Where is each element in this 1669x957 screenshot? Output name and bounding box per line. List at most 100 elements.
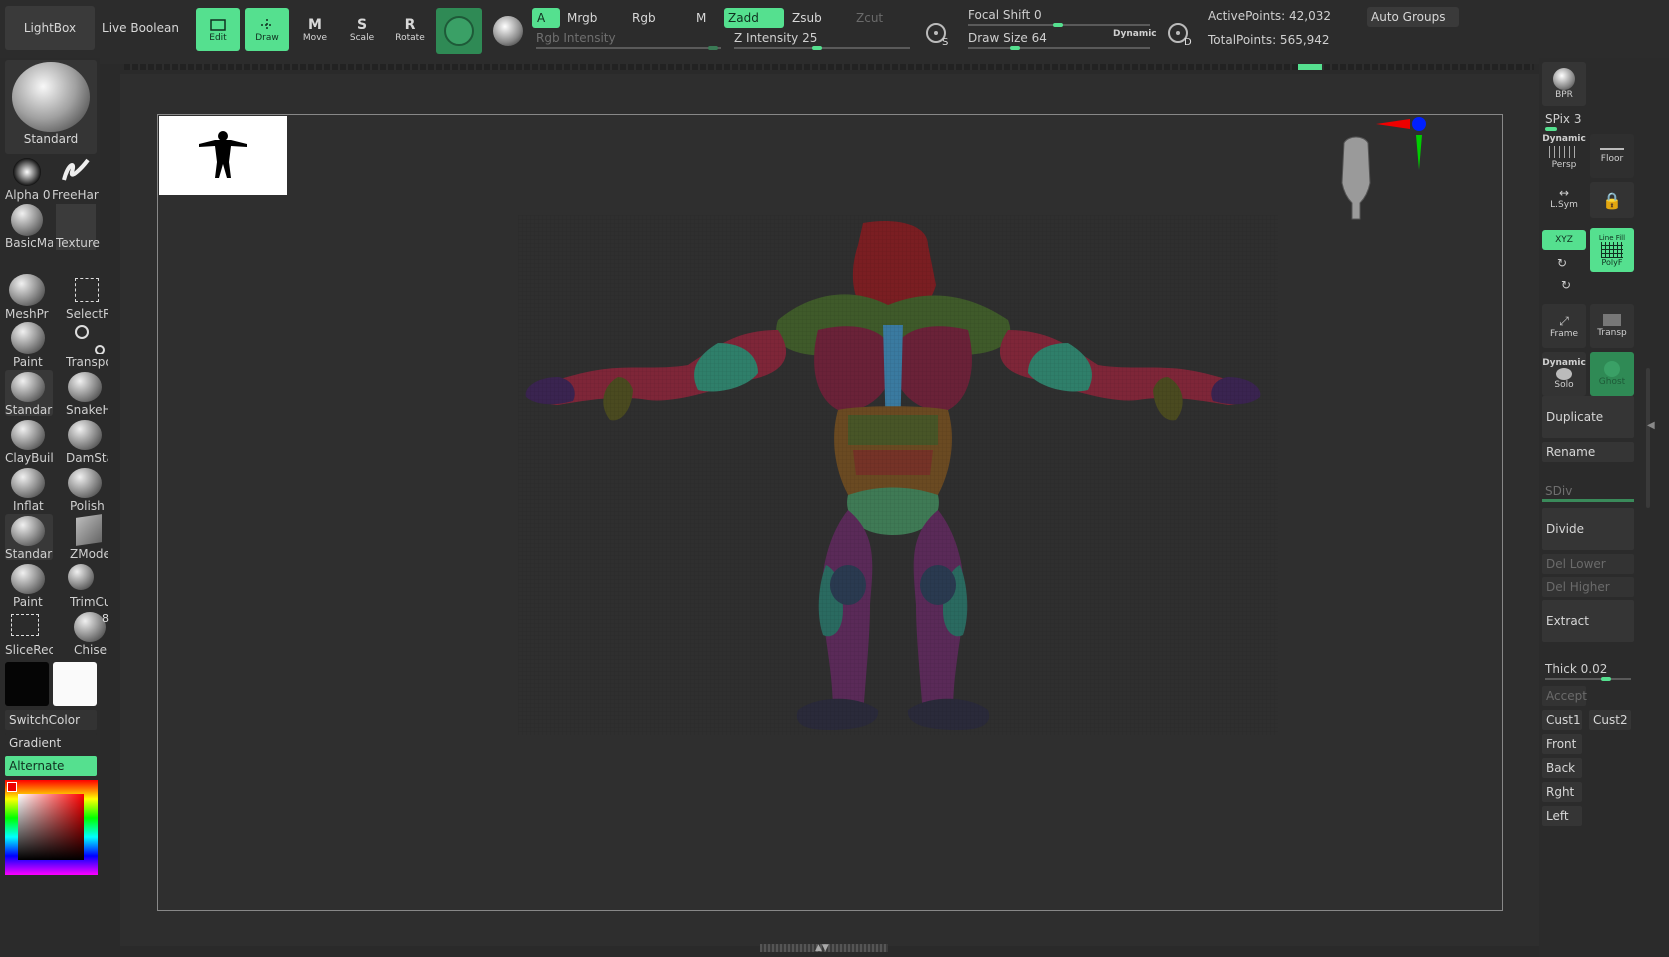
persp-button[interactable]: Dynamic Persp bbox=[1542, 134, 1586, 178]
transpose-icon bbox=[75, 325, 105, 354]
tool-meshproject[interactable]: MeshPr bbox=[5, 274, 53, 321]
live-boolean-button[interactable]: Live Boolean bbox=[98, 6, 183, 50]
floor-button[interactable]: Floor bbox=[1590, 134, 1634, 178]
color-picker[interactable] bbox=[5, 780, 98, 875]
tool-chisel[interactable]: 8 Chisel bbox=[60, 610, 109, 657]
tool-standard[interactable]: Standar bbox=[5, 370, 53, 417]
cust1-button[interactable]: Cust1 bbox=[1542, 710, 1582, 730]
draw-button[interactable]: Draw bbox=[245, 8, 289, 51]
rgb-intensity-slider[interactable] bbox=[536, 47, 721, 49]
main-color-swatch[interactable] bbox=[5, 662, 49, 706]
bpr-button[interactable]: BPR bbox=[1542, 62, 1586, 106]
rename-button[interactable]: Rename bbox=[1542, 442, 1634, 462]
spotlight-d-button[interactable]: D bbox=[1158, 12, 1200, 54]
rgb-button[interactable]: Rgb bbox=[628, 8, 686, 28]
transp-button[interactable]: Transp bbox=[1590, 304, 1634, 348]
tool-snakehook[interactable]: SnakeHo bbox=[60, 370, 108, 417]
draw-size-knob[interactable] bbox=[1010, 46, 1020, 50]
right-scrollbar[interactable] bbox=[1646, 368, 1650, 508]
thick-slider-knob[interactable] bbox=[1601, 677, 1611, 681]
tool-inflat[interactable]: Inflat bbox=[5, 466, 53, 513]
mrgb-button[interactable]: Mrgb bbox=[563, 8, 621, 28]
tool-selectrect[interactable]: SelectRe bbox=[60, 274, 108, 321]
m-button[interactable]: M bbox=[692, 8, 720, 28]
solo-button[interactable]: Dynamic Solo bbox=[1542, 352, 1586, 396]
persp-grid-icon bbox=[1549, 146, 1579, 158]
duplicate-button[interactable]: Duplicate bbox=[1542, 396, 1634, 438]
frame-button[interactable]: ⤢ Frame bbox=[1542, 304, 1586, 348]
cust2-button[interactable]: Cust2 bbox=[1589, 710, 1631, 730]
left-view-button[interactable]: Left bbox=[1542, 806, 1582, 826]
material-button[interactable]: BasicMa bbox=[5, 204, 53, 250]
sdiv-slider[interactable] bbox=[1542, 499, 1634, 502]
switch-color-button[interactable]: SwitchColor bbox=[5, 710, 97, 730]
rgb-mode-button[interactable] bbox=[486, 8, 530, 54]
del-higher-button[interactable]: Del Higher bbox=[1542, 577, 1634, 597]
secondary-color-swatch[interactable] bbox=[53, 662, 97, 706]
tool-polish[interactable]: Polish bbox=[60, 466, 108, 513]
brush-button[interactable]: Standard bbox=[5, 60, 97, 154]
zsub-button[interactable]: Zsub bbox=[788, 8, 846, 28]
alpha-button[interactable]: Alpha 0 bbox=[5, 156, 53, 202]
chevron-up-icon[interactable]: ▲▼ bbox=[815, 943, 829, 953]
extract-button[interactable]: Extract bbox=[1542, 600, 1634, 642]
3d-model[interactable] bbox=[158, 115, 1502, 910]
draw-size-slider[interactable] bbox=[968, 47, 1150, 49]
axis-gizmo[interactable] bbox=[1376, 115, 1426, 175]
tool-trimcurve[interactable]: TrimCur bbox=[60, 562, 108, 609]
tool-standard-2[interactable]: Standar bbox=[5, 514, 53, 561]
spix-label[interactable]: SPix 3 bbox=[1545, 112, 1581, 126]
polyf-button[interactable]: Line Fill PolyF bbox=[1590, 228, 1634, 272]
chevron-right-icon[interactable]: ◀ bbox=[1647, 420, 1655, 431]
edit-button[interactable]: Edit bbox=[196, 8, 240, 51]
zcut-button[interactable]: Zcut bbox=[852, 8, 910, 28]
lock-button[interactable]: 🔒 bbox=[1590, 182, 1634, 218]
thick-slider[interactable] bbox=[1545, 678, 1631, 680]
spix-slider-knob[interactable] bbox=[1545, 127, 1557, 131]
sculpt-mode-button[interactable] bbox=[436, 8, 482, 54]
rgb-intensity-knob[interactable] bbox=[708, 46, 718, 50]
tool-transpose[interactable]: Transpo bbox=[60, 322, 108, 369]
tool-zmodeler[interactable]: ZModele bbox=[60, 514, 108, 561]
tool-paint-2[interactable]: Paint bbox=[5, 562, 53, 609]
back-button[interactable]: Back bbox=[1542, 758, 1582, 778]
bpr-label: BPR bbox=[1555, 90, 1573, 100]
focal-shift-knob[interactable] bbox=[1053, 23, 1063, 27]
del-lower-button[interactable]: Del Lower bbox=[1542, 554, 1634, 574]
snakehook-icon bbox=[68, 372, 102, 402]
thick-value: 0.02 bbox=[1580, 662, 1608, 676]
gradient-button[interactable]: Gradient bbox=[5, 733, 97, 753]
texture-button[interactable]: Texture bbox=[52, 204, 100, 250]
rotate-z-icon[interactable]: ↻ bbox=[1561, 278, 1571, 292]
document-canvas[interactable] bbox=[157, 114, 1503, 911]
z-intensity-slider[interactable] bbox=[734, 47, 910, 49]
xyz-button[interactable]: XYZ bbox=[1542, 230, 1586, 250]
spotlight-s-button[interactable]: S bbox=[916, 12, 958, 54]
divide-button[interactable]: Divide bbox=[1542, 508, 1634, 550]
z-intensity-knob[interactable] bbox=[812, 46, 822, 50]
tool-slicerect[interactable]: SliceRec bbox=[5, 610, 53, 657]
a-button[interactable]: A bbox=[532, 8, 560, 28]
lsym-button[interactable]: ↔ L.Sym bbox=[1542, 186, 1586, 222]
right-view-button[interactable]: Rght bbox=[1542, 782, 1582, 802]
lightbox-button[interactable]: LightBox bbox=[5, 6, 95, 50]
alternate-button[interactable]: Alternate bbox=[5, 756, 97, 776]
rotate-y-icon[interactable]: ↻ bbox=[1557, 256, 1567, 270]
accept-button[interactable]: Accept bbox=[1542, 686, 1587, 706]
scale-button[interactable]: S Scale bbox=[340, 8, 384, 51]
move-button[interactable]: M Move bbox=[293, 8, 337, 51]
zadd-button[interactable]: Zadd bbox=[724, 8, 784, 28]
rotate-button[interactable]: R Rotate bbox=[388, 8, 432, 51]
color-picker-marker[interactable] bbox=[7, 782, 17, 792]
orientation-head-gizmo[interactable] bbox=[1338, 133, 1374, 229]
tool-paint[interactable]: Paint bbox=[5, 322, 53, 369]
tool-damstandard[interactable]: DamSta bbox=[60, 418, 108, 465]
dynamic-toggle[interactable]: Dynamic bbox=[1113, 29, 1157, 39]
select-rect-icon bbox=[75, 278, 99, 302]
front-button[interactable]: Front bbox=[1542, 734, 1582, 754]
ghost-button[interactable]: Ghost bbox=[1590, 352, 1634, 396]
color-picker-square[interactable] bbox=[18, 794, 84, 860]
auto-groups-button[interactable]: Auto Groups bbox=[1367, 7, 1459, 27]
stroke-button[interactable]: FreeHar bbox=[52, 156, 100, 202]
tool-claybuildup[interactable]: ClayBuil bbox=[5, 418, 53, 465]
